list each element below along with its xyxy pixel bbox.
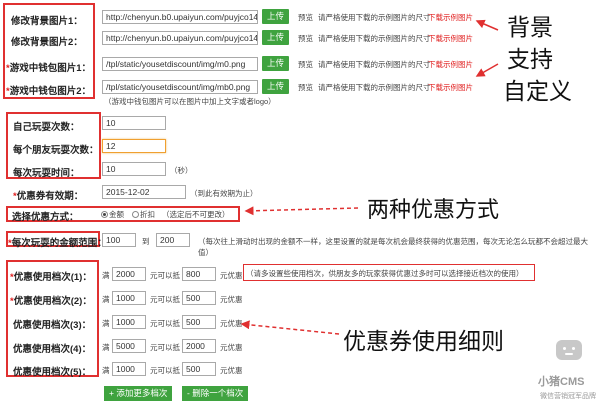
watermark-logo-icon	[556, 340, 582, 360]
tier-yuan-hui-text: 元优惠	[220, 295, 243, 304]
bg-image-1-preview-link[interactable]: 预览	[298, 12, 313, 23]
wallet-image-2-input[interactable]: /tpl/static/yousetdiscount/img/mb0.png	[102, 80, 258, 94]
radio-checked-icon	[101, 211, 108, 218]
wallet-image-2-hint: 请严格使用下载的示例图片的尺寸	[318, 83, 431, 92]
range-note-line1: （每次往上滑动时出现的金额不一样，这里设置的就是每次机会最终获得的优惠范围，每次…	[198, 237, 588, 246]
validity-label: *优惠券有效期：	[13, 191, 84, 202]
tier-label: *优惠使用档次(2)：	[10, 296, 92, 307]
tier-full-input[interactable]: 1000	[112, 291, 146, 305]
bg-image-1-label: 修改背景图片1：	[11, 16, 83, 27]
tier-deduct-input[interactable]: 500	[182, 291, 216, 305]
tier-man-text: 满	[102, 271, 110, 280]
wallet-image-2-download-link[interactable]: 下载示例图片	[428, 82, 473, 93]
discount-mode-rate-radio[interactable]: 折扣	[132, 209, 155, 220]
tier-label: 优惠使用档次(5)：	[13, 367, 92, 378]
annotation-two-modes: 两种优惠方式	[367, 198, 500, 223]
wallet-image-1-label: *游戏中钱包图片1：	[6, 63, 91, 74]
play-time-input[interactable]: 10	[102, 162, 166, 176]
wallet-image-2-label: *游戏中钱包图片2：	[6, 86, 91, 97]
bg-image-2-hint: 请严格使用下载的示例图片的尺寸	[318, 34, 431, 43]
wallet-image-1-preview-link[interactable]: 预览	[298, 59, 313, 70]
add-tier-button[interactable]: + 添加更多档次	[104, 386, 173, 401]
validity-date-input[interactable]: 2015-12-02	[102, 185, 186, 199]
tier-yuan-hui-text: 元优惠	[220, 319, 243, 328]
bg-image-2-input[interactable]: http://chenyun.b0.upaiyun.com/puyjco1439…	[102, 31, 258, 45]
discount-mode-note: （选定后不可更改）	[162, 210, 230, 219]
wallet-image-1-download-link[interactable]: 下载示例图片	[428, 59, 473, 70]
wallet-image-1-input[interactable]: /tpl/static/yousetdiscount/img/m0.png	[102, 57, 258, 71]
radio-unchecked-icon	[132, 211, 139, 218]
bg-image-2-label: 修改背景图片2：	[11, 37, 83, 48]
tier-man-text: 满	[102, 366, 110, 375]
tier-label: *优惠使用档次(1)：	[10, 272, 92, 283]
bg-image-1-hint: 请严格使用下载的示例图片的尺寸	[318, 13, 431, 22]
bg-image-2-upload-button[interactable]: 上传	[262, 30, 289, 45]
play-time-label: 每次玩耍时间：	[13, 168, 80, 179]
annotation-support: 支持	[507, 47, 553, 73]
tier-yuan-di-text: 元可以抵	[150, 271, 180, 280]
wallet-image-2-preview-link[interactable]: 预览	[298, 82, 313, 93]
tier-label: 优惠使用档次(4)：	[13, 344, 92, 355]
tier-deduct-input[interactable]: 2000	[182, 339, 216, 353]
tier-full-input[interactable]: 1000	[112, 315, 146, 329]
discount-mode-amount-radio[interactable]: 金额	[101, 209, 124, 220]
tier-deduct-input[interactable]: 500	[182, 362, 216, 376]
range-label: *每次玩耍的金额范围：	[8, 238, 107, 249]
range-note-line2: 值）	[198, 248, 213, 257]
range-separator: 到	[142, 237, 150, 246]
watermark-brand: 小猪CMS	[538, 376, 585, 388]
tier-full-input[interactable]: 1000	[112, 362, 146, 376]
tier-full-input[interactable]: 5000	[112, 339, 146, 353]
friend-play-input[interactable]: 12	[102, 139, 166, 153]
tier-full-input[interactable]: 2000	[112, 267, 146, 281]
bg-image-2-download-link[interactable]: 下载示例图片	[428, 33, 473, 44]
tier-yuan-di-text: 元可以抵	[150, 295, 180, 304]
wallet-image-note: （游戏中钱包图片可以在图片中加上文字或者logo）	[104, 97, 276, 106]
play-time-unit: （秒）	[170, 166, 193, 175]
tier-note: （请多设置些使用档次，供朋友多的玩家获得优惠过多时可以选择接近档次的使用）	[246, 269, 524, 278]
tier-label: 优惠使用档次(3)：	[13, 320, 92, 331]
wallet-image-1-hint: 请严格使用下载的示例图片的尺寸	[318, 60, 431, 69]
tier-yuan-hui-text: 元优惠	[220, 343, 243, 352]
watermark-slogan: 微信营销冠军品牌	[540, 393, 596, 400]
tier-deduct-input[interactable]: 500	[182, 315, 216, 329]
discount-mode-label: 选择优惠方式：	[12, 212, 79, 223]
tier-man-text: 满	[102, 343, 110, 352]
annotation-bg: 背景	[507, 15, 553, 41]
remove-tier-button[interactable]: - 删除一个档次	[182, 386, 249, 401]
range-min-input[interactable]: 100	[102, 233, 136, 247]
wallet-image-1-upload-button[interactable]: 上传	[262, 56, 289, 71]
bg-image-1-upload-button[interactable]: 上传	[262, 9, 289, 24]
tier-yuan-di-text: 元可以抵	[150, 319, 180, 328]
self-play-input[interactable]: 10	[102, 116, 166, 130]
range-max-input[interactable]: 200	[156, 233, 190, 247]
annotation-usage-rules: 优惠券使用细则	[343, 329, 504, 355]
bg-image-1-download-link[interactable]: 下载示例图片	[428, 12, 473, 23]
self-play-label: 自己玩耍次数：	[13, 122, 80, 133]
friend-play-label: 每个朋友玩耍次数：	[13, 145, 99, 156]
bg-image-1-input[interactable]: http://chenyun.b0.upaiyun.com/puyjco1439…	[102, 10, 258, 24]
tier-yuan-hui-text: 元优惠	[220, 271, 243, 280]
tier-man-text: 满	[102, 319, 110, 328]
tier-yuan-di-text: 元可以抵	[150, 366, 180, 375]
wallet-image-2-upload-button[interactable]: 上传	[262, 79, 289, 94]
bg-image-2-preview-link[interactable]: 预览	[298, 33, 313, 44]
tier-deduct-input[interactable]: 800	[182, 267, 216, 281]
tier-yuan-di-text: 元可以抵	[150, 343, 180, 352]
tier-yuan-hui-text: 元优惠	[220, 366, 243, 375]
tier-man-text: 满	[102, 295, 110, 304]
annotation-custom: 自定义	[503, 79, 572, 105]
validity-note: （到此有效期为止）	[190, 189, 258, 198]
